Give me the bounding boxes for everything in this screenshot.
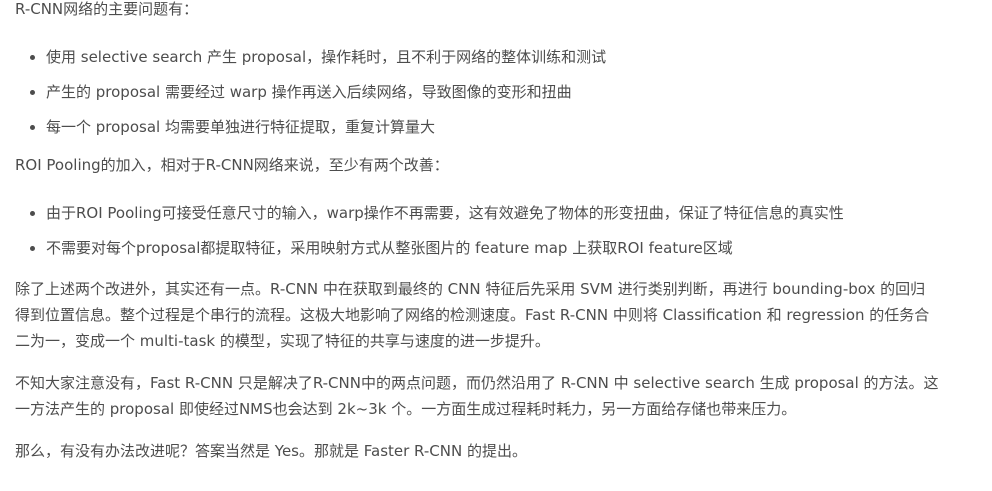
list-item: 产生的 proposal 需要经过 warp 操作再送入后续网络，导致图像的变形…	[15, 79, 977, 114]
list-item-text: 产生的 proposal 需要经过 warp 操作再送入后续网络，导致图像的变形…	[46, 83, 572, 101]
rcnn-problems-list: 使用 selective search 产生 proposal，操作耗时，且不利…	[15, 44, 977, 149]
list-item-text: 由于ROI Pooling可接受任意尺寸的输入，warp操作不再需要，这有效避免…	[46, 204, 844, 222]
paragraph-line: 不知大家注意没有，Fast R-CNN 只是解决了R-CNN中的两点问题，而仍然…	[15, 374, 939, 392]
bullet-dot	[30, 90, 35, 95]
list-item-text: 使用 selective search 产生 proposal，操作耗时，且不利…	[46, 48, 607, 66]
list-item: 不需要对每个proposal都提取特征，采用映射方式从整张图片的 feature…	[15, 235, 977, 270]
list-item-text: 每一个 proposal 均需要单独进行特征提取，重复计算量大	[46, 118, 435, 136]
intro-rcnn-problems: R-CNN网络的主要问题有：	[15, 0, 199, 18]
paragraph-faster-rcnn: 那么，有没有办法改进呢？答案当然是 Yes。那就是 Faster R-CNN 的…	[15, 442, 527, 460]
list-item: 使用 selective search 产生 proposal，操作耗时，且不利…	[15, 44, 977, 79]
paragraph-multitask: 除了上述两个改进外，其实还有一点。R-CNN 中在获取到最终的 CNN 特征后先…	[15, 276, 977, 354]
article-body: R-CNN网络的主要问题有： 使用 selective search 产生 pr…	[15, 0, 977, 464]
bullet-dot	[30, 125, 35, 130]
bullet-dot	[30, 246, 35, 251]
bullet-dot	[30, 55, 35, 60]
intro-roi-pooling: ROI Pooling的加入，相对于R-CNN网络来说，至少有两个改善：	[15, 156, 449, 174]
paragraph-line: 一方法产生的 proposal 即使经过NMS也会达到 2k~3k 个。一方面生…	[15, 400, 797, 418]
paragraph-line: 得到位置信息。整个过程是个串行的流程。这极大地影响了网络的检测速度。Fast R…	[15, 306, 930, 324]
paragraph-line: 除了上述两个改进外，其实还有一点。R-CNN 中在获取到最终的 CNN 特征后先…	[15, 280, 926, 298]
list-item: 由于ROI Pooling可接受任意尺寸的输入，warp操作不再需要，这有效避免…	[15, 200, 977, 235]
list-item-text: 不需要对每个proposal都提取特征，采用映射方式从整张图片的 feature…	[46, 239, 733, 257]
paragraph-selective-search: 不知大家注意没有，Fast R-CNN 只是解决了R-CNN中的两点问题，而仍然…	[15, 370, 977, 422]
paragraph-line: 二为一，变成一个 multi-task 的模型，实现了特征的共享与速度的进一步提…	[15, 332, 550, 350]
bullet-dot	[30, 211, 35, 216]
roi-pooling-improvements-list: 由于ROI Pooling可接受任意尺寸的输入，warp操作不再需要，这有效避免…	[15, 200, 977, 270]
list-item: 每一个 proposal 均需要单独进行特征提取，重复计算量大	[15, 114, 977, 149]
